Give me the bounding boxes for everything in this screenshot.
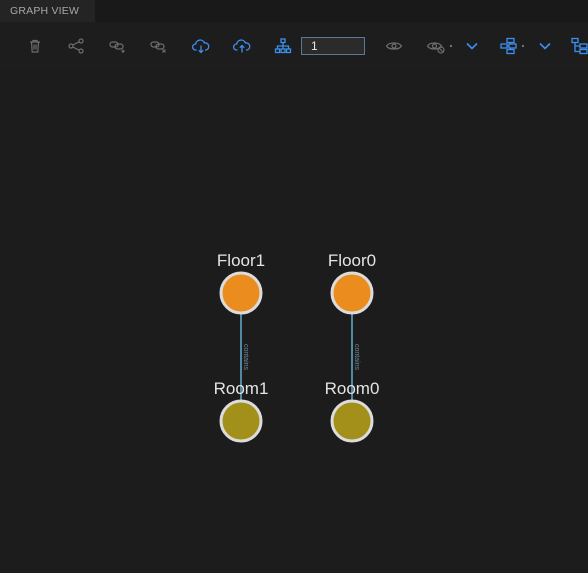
chevron-down-icon[interactable] <box>460 34 484 58</box>
dot-separator <box>446 34 456 58</box>
hierarchy-icon[interactable] <box>271 34 295 58</box>
graph-svg: contains contains Floor1 Floor0 Room1 Room0 <box>214 251 380 443</box>
node-floor1[interactable] <box>219 271 263 315</box>
eye-icon[interactable] <box>382 34 406 58</box>
share-graph-icon[interactable] <box>64 34 88 58</box>
node-floor0[interactable] <box>330 271 374 315</box>
link-remove-icon[interactable] <box>147 34 171 58</box>
cloud-upload-icon[interactable] <box>230 34 254 58</box>
tab-graph-view[interactable]: GRAPH VIEW <box>0 0 95 22</box>
cloud-download-icon[interactable] <box>189 34 213 58</box>
delete-icon[interactable] <box>23 34 47 58</box>
node-label-room1: Room1 <box>214 379 269 398</box>
toolbar <box>0 22 588 70</box>
dot-separator <box>518 34 528 58</box>
chevron-down-icon[interactable] <box>533 34 557 58</box>
node-room1[interactable] <box>219 399 263 443</box>
node-label-floor0: Floor0 <box>328 251 376 270</box>
edge-label: contains <box>353 344 360 371</box>
node-room0[interactable] <box>330 399 374 443</box>
level-input[interactable] <box>301 37 365 55</box>
node-label-room0: Room0 <box>325 379 380 398</box>
eye-hide-icon[interactable] <box>424 34 448 58</box>
edge-label: contains <box>242 344 249 371</box>
node-label-floor1: Floor1 <box>217 251 265 270</box>
link-add-icon[interactable] <box>106 34 130 58</box>
tab-bar: GRAPH VIEW <box>0 0 588 22</box>
graph-canvas[interactable]: contains contains Floor1 Floor0 Room1 Room0 <box>0 70 588 573</box>
layout-tree-icon[interactable] <box>568 34 588 58</box>
